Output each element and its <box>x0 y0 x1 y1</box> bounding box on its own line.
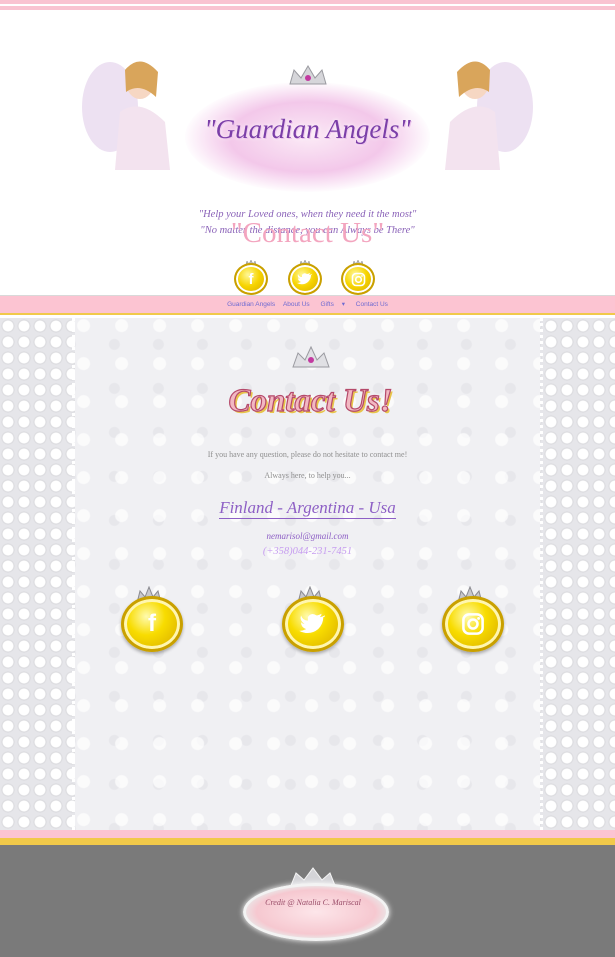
angel-right-illustration <box>445 61 533 170</box>
footer-oval-frame <box>243 883 389 941</box>
nav-item-guardian-angels[interactable]: Guardian Angels <box>227 301 275 308</box>
phone-number: (+358)044-231-7451 <box>262 546 353 557</box>
twitter-icon <box>282 596 344 652</box>
top-stripe <box>0 0 615 10</box>
twitter-link[interactable] <box>282 586 344 652</box>
chevron-down-icon: ▾ <box>341 301 345 308</box>
header-instagram-link[interactable] <box>338 259 378 295</box>
contact-title: Contact Us! <box>228 382 393 419</box>
nav-item-gifts[interactable]: Gifts ▾ <box>318 301 348 308</box>
tiara-icon <box>288 65 327 85</box>
twitter-icon <box>288 263 322 295</box>
footer-stripe <box>0 830 615 845</box>
instagram-icon <box>442 596 504 652</box>
header-facebook-link[interactable]: f <box>231 259 271 295</box>
email-address[interactable]: nemarisol@gmail.com <box>0 531 615 541</box>
angel-left-illustration <box>82 61 170 170</box>
header: "Guardian Angels" "Help your Loved ones,… <box>0 10 615 295</box>
header-twitter-link[interactable] <box>285 259 325 295</box>
main-nav: Guardian Angels About Us Gifts ▾ Contact… <box>0 295 615 315</box>
contact-content: Contact Us! If you have any question, pl… <box>0 318 615 830</box>
locations-text: Finland - Argentina - Usa <box>0 498 615 519</box>
tiara-icon <box>291 345 330 368</box>
footer: Credit @ Natalia C. Mariscal <box>0 845 615 957</box>
lace-border-right <box>540 318 615 830</box>
intro-help-text: Always here, to help you... <box>264 471 351 480</box>
instagram-icon <box>341 263 375 295</box>
locations-label: Finland - Argentina - Usa <box>219 498 396 519</box>
page-heading: "Contact Us" <box>230 217 385 249</box>
lace-border-left <box>0 318 75 830</box>
footer-credit-badge: Credit @ Natalia C. Mariscal <box>218 867 408 941</box>
nav-item-about-us[interactable]: About Us <box>283 301 310 308</box>
facebook-icon: f <box>121 596 183 652</box>
nav-item-contact-us[interactable]: Contact Us <box>356 301 388 308</box>
facebook-link[interactable]: f <box>121 586 183 652</box>
contact-title-logo: Contact Us! <box>188 343 433 443</box>
footer-credit-text: Credit @ Natalia C. Mariscal <box>265 898 361 907</box>
nav-item-gifts-label: Gifts <box>320 301 334 308</box>
banner-logo: "Guardian Angels" "Help your Loved ones,… <box>80 44 535 236</box>
intro-question-text: If you have any question, please do not … <box>207 450 408 459</box>
instagram-link[interactable] <box>442 586 504 652</box>
facebook-icon: f <box>234 263 268 295</box>
